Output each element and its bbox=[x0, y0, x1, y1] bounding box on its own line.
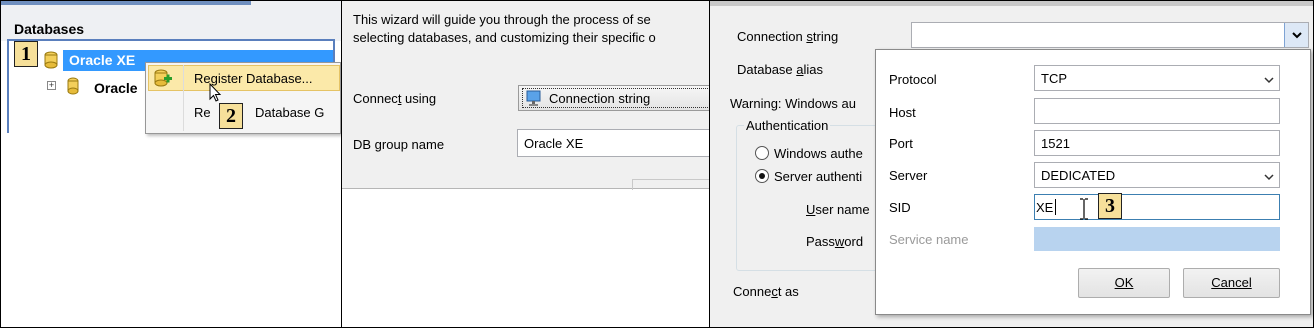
sid-label: SID bbox=[889, 200, 911, 215]
port-input[interactable] bbox=[1034, 130, 1280, 156]
db-group-name-label: DB group name bbox=[353, 137, 445, 152]
db-group-name-value: Oracle XE bbox=[524, 136, 584, 151]
windows-auth-radio[interactable] bbox=[755, 146, 769, 160]
ok-button-label: OK bbox=[1114, 275, 1134, 290]
wizard-intro-line-2: selecting databases, and customizing the… bbox=[353, 30, 656, 45]
tree-item-oracle-xe-label: Oracle XE bbox=[69, 52, 136, 68]
warning-text: Warning: Windows au bbox=[730, 96, 856, 111]
mouse-cursor-icon bbox=[209, 82, 223, 103]
properties-top-edge bbox=[710, 1, 1313, 6]
tree-item-oracle-label[interactable]: Oracle bbox=[94, 80, 138, 96]
ibeam-cursor-icon bbox=[1079, 198, 1089, 220]
panel-connection-properties: Connection string Database alias Warning… bbox=[710, 0, 1314, 328]
step-badge-3: 3 bbox=[1098, 193, 1122, 219]
protocol-select[interactable] bbox=[1034, 65, 1280, 91]
service-name-label: Service name bbox=[889, 232, 969, 247]
sid-value: XE bbox=[1036, 200, 1054, 215]
connect-using-label: Connect using bbox=[353, 91, 437, 106]
focus-rectangle bbox=[522, 88, 709, 108]
cancel-button[interactable]: Cancel bbox=[1183, 268, 1280, 298]
cancel-button-label: Cancel bbox=[1211, 275, 1252, 290]
database-icon bbox=[43, 51, 59, 69]
connection-string-label: Connection string bbox=[737, 29, 839, 44]
panel-register-wizard: This wizard will guide you through the p… bbox=[342, 0, 710, 328]
host-label: Host bbox=[889, 105, 916, 120]
service-name-input bbox=[1034, 227, 1280, 251]
panel-database-explorer: Databases Oracle XE + Oracle Register Da… bbox=[0, 0, 342, 328]
ok-button[interactable]: OK bbox=[1078, 268, 1170, 298]
wizard-intro-line-1: This wizard will guide you through the p… bbox=[353, 12, 651, 27]
user-name-label: User name bbox=[806, 202, 870, 217]
step-badge-2: 2 bbox=[219, 103, 243, 129]
windows-auth-label: Windows authe bbox=[774, 146, 863, 161]
authentication-group-label: Authentication bbox=[744, 118, 831, 133]
port-value: 1521 bbox=[1041, 136, 1070, 151]
wizard-button-edge bbox=[632, 179, 709, 190]
connection-string-combo[interactable] bbox=[911, 22, 1309, 48]
connect-as-label: Connect as bbox=[733, 284, 799, 299]
database-icon bbox=[66, 77, 80, 95]
protocol-value: TCP bbox=[1041, 71, 1067, 86]
register-database-icon bbox=[153, 68, 173, 88]
database-alias-label: Database alias bbox=[737, 62, 824, 77]
server-auth-radio[interactable] bbox=[755, 169, 769, 183]
protocol-label: Protocol bbox=[889, 72, 937, 87]
tree-expand-icon[interactable]: + bbox=[47, 81, 56, 90]
explorer-header-tab-line bbox=[1, 1, 251, 5]
sid-input[interactable] bbox=[1034, 194, 1280, 220]
chevron-down-icon[interactable] bbox=[1263, 170, 1275, 181]
server-label: Server bbox=[889, 168, 928, 183]
server-auth-label: Server authenti bbox=[774, 169, 863, 184]
password-label: Password bbox=[806, 234, 864, 249]
chevron-down-icon[interactable] bbox=[1263, 73, 1275, 84]
explorer-title: Databases bbox=[14, 21, 85, 37]
text-caret bbox=[1055, 199, 1056, 215]
server-value: DEDICATED bbox=[1041, 168, 1116, 183]
host-input[interactable] bbox=[1034, 98, 1280, 124]
step-badge-1: 1 bbox=[14, 41, 38, 67]
connection-string-dropdown-button[interactable] bbox=[1284, 23, 1308, 47]
port-label: Port bbox=[889, 136, 913, 151]
context-menu-rename-label-start: Re bbox=[194, 105, 211, 120]
chevron-down-icon bbox=[1291, 32, 1302, 39]
context-menu-rename-label-end: Database G bbox=[255, 105, 325, 120]
